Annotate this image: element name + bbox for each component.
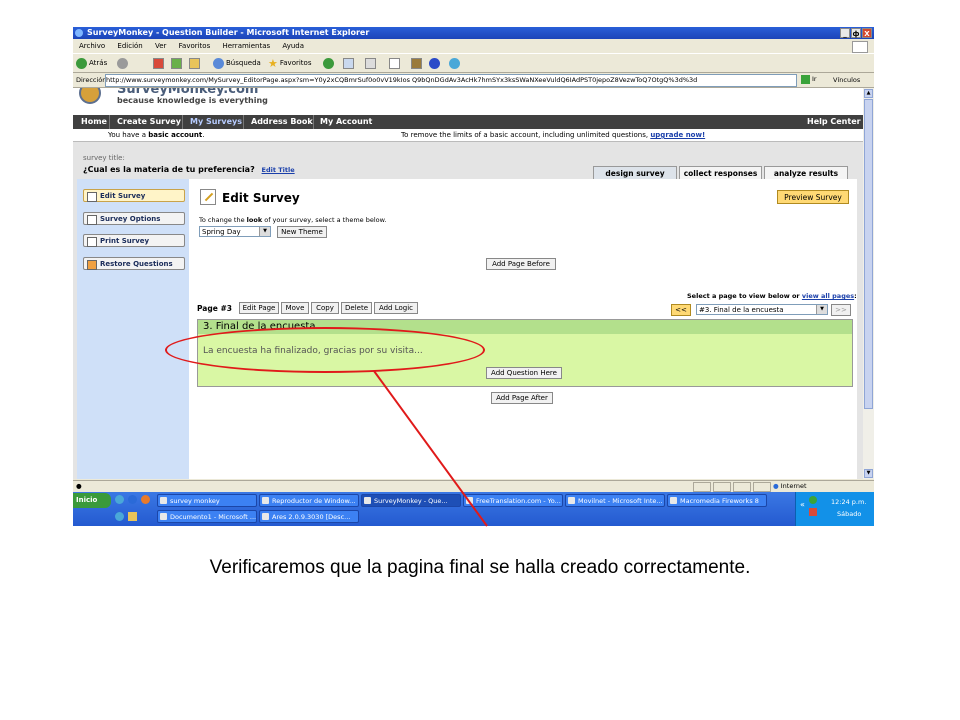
annotation-line [373, 370, 488, 527]
annotation-line-stroke [373, 370, 488, 527]
slide-caption: Verificaremos que la pagina final se hal… [209, 557, 751, 578]
